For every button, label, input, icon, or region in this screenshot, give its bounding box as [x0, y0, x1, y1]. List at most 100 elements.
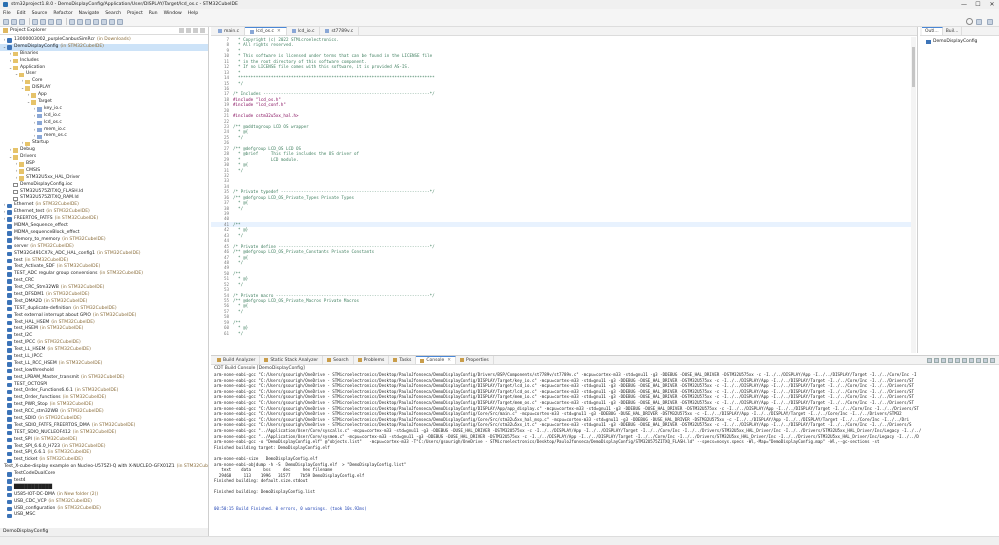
editor-tab[interactable]: main.c — [213, 27, 246, 35]
tree-item[interactable]: test_LL_IPCC — [0, 354, 208, 361]
editor-tab[interactable]: lcd_io.c — [287, 27, 321, 35]
tree-item[interactable]: › lcd_io.c — [0, 113, 208, 120]
tab-static-stack-analyzer[interactable]: Static Stack Analyzer — [260, 356, 324, 364]
outline-node[interactable]: DemoDisplayConfig — [920, 36, 999, 44]
search-icon[interactable] — [966, 18, 973, 25]
tree-item[interactable]: U585-IOT-DC-DMA (in New folder (2)) — [0, 492, 208, 499]
menu-search[interactable]: Search — [105, 11, 121, 16]
view-menu-icon[interactable] — [193, 28, 198, 33]
external-tools-icon[interactable] — [69, 18, 75, 25]
tab-outline[interactable]: Outl... — [922, 27, 943, 35]
tree-item[interactable]: USB_CDC_VCP (in STM32CubeIDE) — [0, 499, 208, 506]
tab-console[interactable]: Console ✕ — [416, 356, 457, 364]
tree-item[interactable]: ⌄ Target — [0, 99, 208, 106]
forward-icon[interactable] — [117, 18, 123, 25]
save-icon[interactable] — [11, 18, 17, 25]
display-console-icon[interactable] — [969, 357, 974, 363]
tree-item[interactable]: Test_SDIO_FATFS_FREERTOS_DMA (in STM32Cub… — [0, 423, 208, 430]
annotation-next-icon[interactable] — [93, 18, 99, 25]
tree-item[interactable]: USB_MSC — [0, 512, 208, 519]
build-icon[interactable] — [32, 18, 38, 25]
tree-item[interactable]: › FREERTOS_FATFS (in STM32CubeIDE) — [0, 216, 208, 223]
menu-navigate[interactable]: Navigate — [79, 11, 100, 16]
editor-scrollbar[interactable] — [911, 37, 916, 353]
tree-item[interactable]: Test_CRC_Stm32WB (in STM32CubeIDE) — [0, 285, 208, 292]
tree-item[interactable]: ⌄ Drivers — [0, 154, 208, 161]
code-area[interactable]: 7 * Copyright (c) 2022 STMicroelectronic… — [211, 37, 911, 353]
tree-item[interactable]: › CMSIS — [0, 168, 208, 175]
annotation-prev-icon[interactable] — [101, 18, 107, 25]
tree-item[interactable]: Memory_to_memory (in STM32CubeIDE) — [0, 237, 208, 244]
collapse-all-icon[interactable] — [179, 28, 184, 33]
tree-item[interactable]: test_DFSDM1 (in STM32CubeIDE) — [0, 292, 208, 299]
run-icon[interactable] — [56, 18, 62, 25]
menu-run[interactable]: Run — [149, 11, 158, 16]
tree-item[interactable]: ███████████ — [0, 485, 208, 492]
new-icon[interactable] — [3, 18, 9, 25]
tree-item[interactable]: DemoDisplayConfig.ioc — [0, 182, 208, 189]
menu-window[interactable]: Window — [164, 11, 182, 16]
cube-perspective-icon[interactable] — [987, 18, 993, 25]
tree-item[interactable]: MDMA_sequenceBlock_effect — [0, 230, 208, 237]
menu-refactor[interactable]: Refactor — [53, 11, 72, 16]
remove-launch-icon[interactable] — [934, 357, 939, 363]
tree-item[interactable]: TEST_duplicate-definition (in STM32CubeID… — [0, 306, 208, 313]
project-explorer-title[interactable]: Project Explorer — [10, 28, 46, 33]
tree-item[interactable]: test_RCC_stm32WB (in STM32CubeIDE) — [0, 409, 208, 416]
tree-item[interactable]: Test_DMA2D (in STM32CubeIDE) — [0, 299, 208, 306]
maximize-button[interactable]: ☐ — [971, 1, 985, 8]
tree-item[interactable]: Test_LL_RCC_HSEM (in STM32CubeIDE) — [0, 361, 208, 368]
close-icon[interactable]: ✕ — [447, 358, 451, 363]
tab-tasks[interactable]: Tasks — [389, 356, 417, 364]
tree-item[interactable]: › lcd_os.c — [0, 120, 208, 127]
console-output[interactable]: arm-none-eabi-gcc "C:/Users/gsourigh/One… — [211, 372, 999, 512]
tree-item[interactable]: › Binaries — [0, 51, 208, 58]
word-wrap-icon[interactable] — [955, 357, 960, 363]
tree-item[interactable]: › BSP — [0, 161, 208, 168]
tree-item[interactable]: test_lowthreshold — [0, 368, 208, 375]
tree-item[interactable]: TestCodeDualCore — [0, 471, 208, 478]
tree-item[interactable]: test_SDIO (in STM32CubeIDE) — [0, 416, 208, 423]
tree-item[interactable]: Test_LL_HSEM (in STM32CubeIDE) — [0, 347, 208, 354]
menu-edit[interactable]: Edit — [17, 11, 26, 16]
tree-item[interactable]: › STM32U5xx_HAL_Driver — [0, 175, 208, 182]
scrollbar-thumb[interactable] — [912, 47, 915, 87]
save-all-icon[interactable] — [19, 18, 25, 25]
back-icon[interactable] — [109, 18, 115, 25]
tree-item[interactable]: test_LPBAM_Master_transmit (in STM32CubeI… — [0, 375, 208, 382]
menu-help[interactable]: Help — [188, 11, 198, 16]
tree-item[interactable]: STM32G491CX7k_ADC_HAL_config1 (in STM32Cu… — [0, 251, 208, 258]
tab-build-targets[interactable]: Buil... — [943, 27, 963, 35]
menu-source[interactable]: Source — [32, 11, 48, 16]
tree-item[interactable]: › key_io.c — [0, 106, 208, 113]
perspective-icon[interactable] — [976, 18, 982, 25]
clear-console-icon[interactable] — [941, 357, 946, 363]
terminate-icon[interactable] — [927, 357, 932, 363]
tree-item[interactable]: test4 — [0, 478, 208, 485]
editor-tab[interactable]: st7789v.c — [320, 27, 360, 35]
pin-console-icon[interactable] — [962, 357, 967, 363]
menu-project[interactable]: Project — [127, 11, 143, 16]
tree-item[interactable]: MDMA_Sequence_effect — [0, 223, 208, 230]
editor-tab[interactable]: lcd_os.c ✕ — [245, 27, 287, 35]
tab-search[interactable]: Search — [323, 356, 354, 364]
open-console-icon[interactable] — [976, 357, 981, 363]
tree-item[interactable]: test_SPI (in STM32CubeIDE) — [0, 437, 208, 444]
tree-item[interactable]: server (in STM32CubeIDE) — [0, 244, 208, 251]
menu-file[interactable]: File — [3, 11, 11, 16]
minimize-button[interactable]: — — [957, 1, 971, 8]
link-editor-icon[interactable] — [186, 28, 191, 33]
tree-item[interactable]: ⌄ DISPLAY — [0, 85, 208, 92]
debug-icon[interactable] — [48, 18, 54, 25]
tab-problems[interactable]: Problems — [354, 356, 390, 364]
device-config-icon[interactable] — [40, 18, 46, 25]
close-icon[interactable]: ✕ — [277, 29, 281, 34]
search-tool-icon[interactable] — [85, 18, 91, 25]
minimize-view-icon[interactable] — [983, 357, 988, 363]
tree-item[interactable]: › Includes — [0, 58, 208, 65]
minimize-view-icon[interactable] — [200, 28, 205, 33]
new-class-icon[interactable] — [77, 18, 83, 25]
tree-item[interactable]: ⌄ DemoDisplayConfig (in STM32CubeIDE) — [0, 43, 208, 51]
scroll-lock-icon[interactable] — [948, 357, 953, 363]
tree-item[interactable]: Test external interrupt about GPIO (in ST… — [0, 313, 208, 320]
